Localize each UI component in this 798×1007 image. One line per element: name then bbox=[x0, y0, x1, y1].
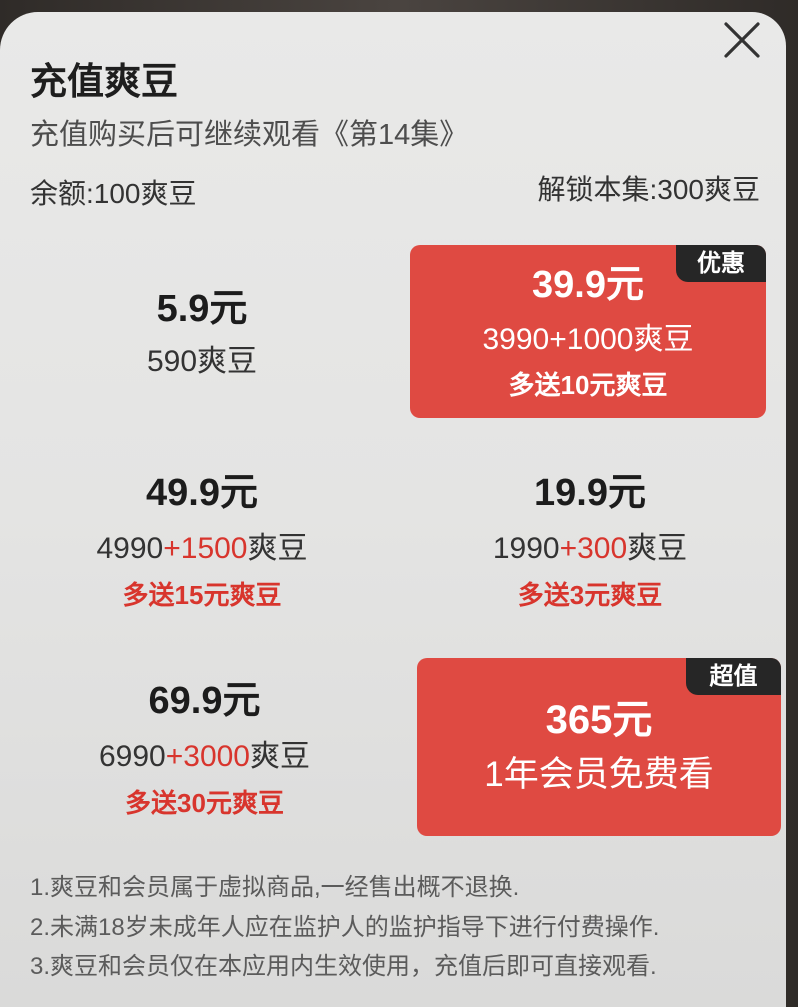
option-amount: 6990+3000爽豆 bbox=[17, 737, 392, 777]
option-description: 1年会员免费看 bbox=[484, 755, 714, 794]
recharge-option-4[interactable]: 19.9元 1990+300爽豆 多送3元爽豆 bbox=[410, 455, 770, 630]
amount-unit: 爽豆 bbox=[633, 323, 694, 356]
amount-unit: 爽豆 bbox=[627, 532, 688, 565]
option-extra: 多送10元爽豆 bbox=[508, 370, 668, 400]
dialog-subtitle: 充值购买后可继续观看《第14集》 bbox=[30, 119, 469, 151]
option-price: 5.9元 bbox=[156, 288, 248, 330]
note-1: 1.爽豆和会员属于虚拟商品,一经售出概不退换. bbox=[30, 874, 520, 901]
note-3: 3.爽豆和会员仅在本应用内生效使用，充值后即可直接观看. bbox=[30, 953, 657, 980]
recharge-option-1[interactable]: 5.9元 590爽豆 bbox=[17, 245, 387, 420]
recharge-option-5[interactable]: 69.9元 6990+3000爽豆 多送30元爽豆 bbox=[17, 663, 392, 838]
amount-unit: 爽豆 bbox=[247, 532, 308, 565]
value-badge: 超值 bbox=[686, 658, 781, 695]
dialog-title: 充值爽豆 bbox=[30, 61, 178, 102]
recharge-option-2[interactable]: 优惠 39.9元 3990+1000爽豆 多送10元爽豆 bbox=[410, 245, 766, 418]
amount-base: 1990 bbox=[492, 532, 560, 565]
recharge-option-membership[interactable]: 超值 365元 1年会员免费看 bbox=[417, 658, 781, 836]
close-icon bbox=[724, 22, 760, 58]
option-amount: 4990+1500爽豆 bbox=[17, 529, 387, 569]
option-amount: 590爽豆 bbox=[17, 342, 387, 382]
amount-bonus: +1500 bbox=[163, 532, 248, 565]
option-extra: 多送3元爽豆 bbox=[517, 580, 663, 610]
amount-unit: 爽豆 bbox=[250, 740, 310, 773]
amount-base: 3990 bbox=[482, 323, 550, 356]
amount-base: 4990 bbox=[96, 532, 164, 565]
amount-base: 590 bbox=[146, 345, 198, 378]
amount-bonus: +1000 bbox=[549, 323, 634, 356]
amount-bonus: +300 bbox=[559, 532, 628, 565]
close-button[interactable] bbox=[722, 20, 762, 60]
option-price: 19.9元 bbox=[534, 472, 646, 514]
option-extra: 多送15元爽豆 bbox=[122, 580, 282, 610]
option-price: 69.9元 bbox=[148, 680, 261, 722]
recharge-option-3[interactable]: 49.9元 4990+1500爽豆 多送15元爽豆 bbox=[17, 455, 387, 630]
option-price: 39.9元 bbox=[532, 264, 644, 306]
balance-text: 余额:100爽豆 bbox=[30, 178, 197, 209]
amount-unit: 爽豆 bbox=[197, 345, 258, 378]
recharge-dialog: 充值爽豆 充值购买后可继续观看《第14集》 余额:100爽豆 解锁本集:300爽… bbox=[0, 12, 786, 1007]
amount-bonus: +3000 bbox=[165, 740, 250, 773]
option-price: 49.9元 bbox=[146, 472, 258, 514]
option-extra: 多送30元爽豆 bbox=[125, 788, 284, 818]
amount-base: 6990 bbox=[98, 740, 166, 773]
unlock-cost-text: 解锁本集:300爽豆 bbox=[537, 174, 761, 205]
option-amount: 1990+300爽豆 bbox=[410, 529, 770, 569]
option-price: 365元 bbox=[545, 698, 653, 742]
note-2: 2.未满18岁未成年人应在监护人的监护指导下进行付费操作. bbox=[30, 914, 660, 941]
option-amount: 3990+1000爽豆 bbox=[410, 320, 766, 360]
